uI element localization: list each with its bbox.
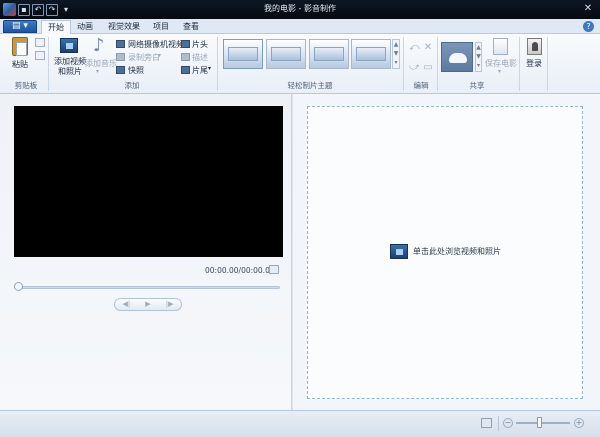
storyboard-hint[interactable]: 单击此处浏览视频和照片: [390, 244, 501, 259]
group-separator: [403, 37, 404, 91]
title-bar: ▪ ↶ ↷ ▾ 我的电影 - 影音制作 ✕: [0, 0, 600, 19]
storyboard-hint-text: 单击此处浏览视频和照片: [413, 247, 501, 256]
rotate-left-icon[interactable]: ⤺: [409, 43, 420, 53]
caption-icon: [181, 53, 190, 61]
sign-in-button[interactable]: 登录: [526, 58, 542, 69]
rotate-right-icon[interactable]: ⤻: [409, 63, 420, 73]
tab-home[interactable]: 开始: [41, 20, 71, 34]
zoom-in-icon[interactable]: +: [574, 418, 584, 428]
zoom-slider[interactable]: [516, 422, 570, 424]
help-icon[interactable]: ?: [583, 21, 594, 32]
record-narration-button[interactable]: 录制旁白: [128, 52, 160, 63]
play-icon[interactable]: ▶: [145, 299, 150, 310]
film-icon: [390, 244, 408, 259]
add-videos-icon[interactable]: [60, 38, 78, 53]
themes-group-label: 轻松制片主题: [287, 81, 333, 90]
ribbon-tab-row: ▤ ▾ 开始 动画 视觉效果 项目 查看 ?: [0, 19, 600, 34]
title-icon: [181, 40, 190, 48]
window-title: 我的电影 - 影音制作: [264, 4, 336, 13]
themes-scroll[interactable]: ▲ ▼ ▾: [392, 39, 400, 69]
save-movie-dropdown-icon[interactable]: ▾: [498, 68, 501, 75]
add-group-label: 添加: [124, 81, 140, 90]
tab-visual-effects[interactable]: 视觉效果: [104, 20, 144, 34]
video-preview[interactable]: [14, 106, 283, 257]
cloud-share-icon[interactable]: [441, 42, 473, 72]
zoom-slider-thumb[interactable]: [537, 417, 542, 428]
sign-in-icon[interactable]: [527, 38, 542, 55]
playback-controls: ◀| ▶ |▶: [114, 298, 182, 311]
cut-icon[interactable]: [35, 38, 45, 47]
select-all-icon[interactable]: ▭: [423, 63, 433, 73]
add-music-button[interactable]: 添加音乐: [85, 58, 117, 69]
webcam-video-button[interactable]: 网络摄像机视频: [128, 39, 184, 50]
group-separator: [519, 37, 520, 91]
close-icon[interactable]: ✕: [582, 3, 594, 15]
pane-splitter[interactable]: [291, 94, 293, 410]
thumbnail-size-icon[interactable]: [481, 418, 492, 428]
group-separator: [48, 37, 49, 91]
seek-bar[interactable]: [14, 286, 280, 289]
add-music-dropdown-icon[interactable]: ▾: [96, 68, 99, 75]
file-menu-button[interactable]: ▤ ▾: [3, 20, 37, 33]
tab-view[interactable]: 查看: [179, 20, 203, 34]
caption-button[interactable]: 描述: [192, 52, 208, 63]
sharing-group-label: 共享: [469, 81, 485, 90]
microphone-icon: [116, 53, 125, 61]
group-separator: [217, 37, 218, 91]
next-frame-icon[interactable]: |▶: [166, 299, 174, 310]
split-icon[interactable]: [269, 265, 279, 274]
preview-pane: 00:00.00/00:00.00 ◀| ▶ |▶: [0, 94, 291, 410]
ribbon: 粘贴 剪贴板 添加视频 和照片 ♪ 添加音乐 ▾ 网络摄像机视频 录制旁白 ▾ …: [0, 34, 600, 94]
webcam-icon: [116, 40, 125, 48]
snapshot-icon: [116, 66, 125, 74]
credits-dropdown-icon[interactable]: ▾: [208, 65, 211, 72]
group-separator: [437, 37, 438, 91]
theme-thumbnail[interactable]: [309, 39, 349, 69]
editing-group-label: 编辑: [413, 81, 429, 90]
zoom-out-icon[interactable]: −: [503, 418, 513, 428]
clipboard-group-label: 剪贴板: [14, 81, 38, 90]
copy-icon[interactable]: [35, 51, 45, 60]
workspace: 00:00.00/00:00.00 ◀| ▶ |▶ 单击此处浏览视频和照片: [0, 94, 600, 410]
tab-animations[interactable]: 动画: [73, 20, 97, 34]
save-movie-icon[interactable]: [493, 38, 508, 55]
paste-button[interactable]: 粘贴: [12, 59, 28, 70]
sharing-scroll[interactable]: ▲ ▼ ▾: [475, 42, 482, 72]
remove-icon[interactable]: ✕: [423, 43, 433, 53]
snapshot-button[interactable]: 快照: [128, 65, 144, 76]
tab-project[interactable]: 项目: [149, 20, 173, 34]
title-button[interactable]: 片头: [192, 39, 208, 50]
storyboard-area[interactable]: 单击此处浏览视频和照片: [307, 106, 583, 399]
status-separator: [498, 416, 499, 431]
theme-thumbnail[interactable]: [223, 39, 263, 69]
credits-icon: [181, 66, 190, 74]
seek-thumb[interactable]: [14, 282, 23, 291]
group-separator: [547, 37, 548, 91]
status-bar: − +: [0, 410, 600, 437]
credits-button[interactable]: 片尾: [192, 65, 208, 76]
music-note-icon: ♪: [93, 35, 105, 56]
app-window: ▪ ↶ ↷ ▾ 我的电影 - 影音制作 ✕ ▤ ▾ 开始 动画 视觉效果 项目 …: [0, 0, 600, 437]
theme-thumbnail[interactable]: [351, 39, 391, 69]
timecode: 00:00.00/00:00.00: [205, 266, 275, 275]
add-videos-button-line2: 和照片: [58, 67, 82, 76]
theme-thumbnail[interactable]: [266, 39, 306, 69]
previous-frame-icon[interactable]: ◀|: [123, 299, 131, 310]
narration-dropdown-icon[interactable]: ▾: [158, 52, 161, 59]
paste-icon[interactable]: [12, 37, 28, 56]
